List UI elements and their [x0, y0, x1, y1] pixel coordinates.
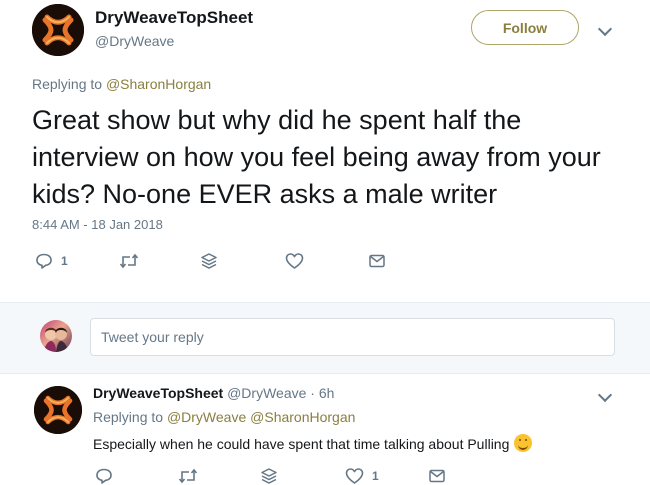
mention-link[interactable]: @SharonHorgan [106, 76, 211, 92]
like-button[interactable]: 1 [345, 467, 379, 485]
reply-replying-to-line: Replying to @DryWeave @SharonHorgan [93, 409, 355, 425]
chevron-down-icon[interactable] [597, 387, 613, 403]
heart-icon [345, 468, 364, 484]
current-user-avatar[interactable] [40, 320, 72, 352]
replying-to-prefix: Replying to [93, 409, 164, 425]
reply-author-name[interactable]: DryWeaveTopSheet [93, 385, 223, 401]
reply-author-handle[interactable]: @DryWeave [227, 385, 306, 401]
follow-button[interactable]: Follow [471, 10, 579, 45]
like-button[interactable] [285, 252, 312, 270]
reply-button[interactable] [95, 467, 121, 485]
stack-button[interactable] [260, 467, 278, 485]
avatar[interactable] [32, 4, 84, 56]
separator-dot: · [310, 385, 315, 401]
mention-link[interactable]: @DryWeave [167, 409, 246, 425]
stack-icon [201, 253, 217, 269]
reply-header: DryWeaveTopSheet @DryWeave · 6h [93, 385, 334, 401]
reply-icon [96, 468, 112, 484]
tweet-text: Great show but why did he spent half the… [32, 105, 601, 209]
avatar-logo-icon [34, 386, 82, 434]
avatar-logo-icon [32, 4, 84, 56]
avatar-photo-icon [44, 327, 68, 352]
reply-count: 1 [61, 254, 68, 268]
stack-button[interactable] [200, 252, 218, 270]
tweet-reply-input[interactable] [90, 318, 615, 356]
envelope-icon [369, 254, 385, 268]
retweet-button[interactable] [178, 467, 198, 485]
reply-icon [36, 253, 52, 269]
smiling-face-icon [514, 434, 533, 452]
tweet-page: DryWeaveTopSheet @DryWeave Follow Replyi… [0, 0, 650, 485]
reply-time[interactable]: 6h [319, 385, 335, 401]
retweet-icon [178, 468, 198, 484]
replying-to-line: Replying to @SharonHorgan [32, 76, 211, 92]
reply-text-body: Especially when he could have spent that… [93, 436, 510, 452]
envelope-icon [429, 469, 445, 483]
retweet-button[interactable] [119, 252, 139, 270]
stack-icon [261, 468, 277, 484]
chevron-down-icon[interactable] [597, 21, 613, 37]
reply-compose-bar [0, 302, 650, 374]
mention-link[interactable]: @SharonHorgan [250, 409, 355, 425]
like-count: 1 [372, 469, 379, 483]
reply-text: Especially when he could have spent that… [93, 434, 533, 452]
author-display-name[interactable]: DryWeaveTopSheet [95, 8, 253, 28]
reply-button[interactable]: 1 [35, 252, 68, 270]
message-button[interactable] [428, 467, 446, 485]
replying-to-prefix: Replying to [32, 76, 103, 92]
retweet-icon [119, 253, 139, 269]
message-button[interactable] [368, 252, 386, 270]
reply-author-avatar[interactable] [34, 386, 82, 434]
author-handle[interactable]: @DryWeave [95, 33, 174, 49]
tweet-timestamp[interactable]: 8:44 AM - 18 Jan 2018 [32, 217, 163, 232]
heart-icon [285, 253, 304, 269]
